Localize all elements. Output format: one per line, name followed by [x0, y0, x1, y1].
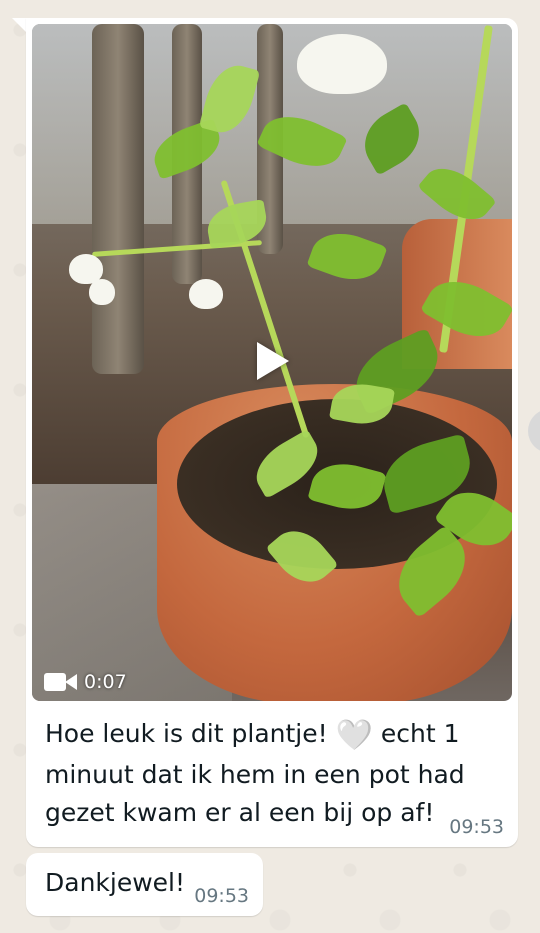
white-heart-emoji: 🤍 [335, 718, 373, 753]
bubble-tail [12, 18, 26, 32]
video-camera-icon [44, 672, 80, 692]
message-text: Dankjewel! [45, 868, 186, 897]
incoming-text-message[interactable]: Dankjewel! 09:53 [26, 853, 263, 916]
play-icon [257, 342, 289, 380]
message-timestamp: 09:53 [449, 816, 504, 838]
video-info: 0:07 [44, 671, 127, 693]
message-text: Hoe leuk is dit plantje! 🤍 echt 1 minuut… [45, 718, 465, 827]
incoming-video-message[interactable]: 0:07 Hoe leuk is dit plantje! 🤍 echt 1 m… [26, 18, 518, 847]
message-timestamp: 09:53 [194, 885, 249, 907]
video-thumbnail[interactable]: 0:07 [32, 24, 512, 701]
video-duration: 0:07 [84, 671, 127, 693]
